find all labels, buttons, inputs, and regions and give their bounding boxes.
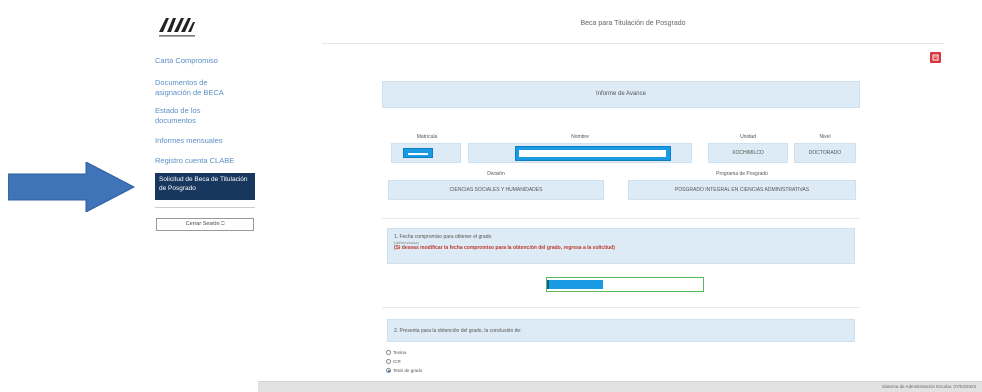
sidebar-item-carta-compromiso[interactable]: Carta Compromiso [155,56,218,66]
sidebar-item-estado-documentos[interactable]: Estado de los documentos [155,106,211,126]
section-divider-2 [382,307,860,308]
nombre-field [468,143,692,163]
radio-icr[interactable] [386,359,391,364]
option-icr[interactable]: ICR [386,359,401,364]
section-divider [382,218,860,219]
sidebar-item-documentos-beca[interactable]: Documentos de asignación de BECA [155,78,233,98]
nombre-label: Nombre [571,134,589,140]
division-label: División [487,171,505,177]
option-tesis[interactable]: Tesis de grado [386,368,422,373]
question1-warning: (Si deseas modificar la fecha compromiso… [394,245,615,251]
question1-panel: 1. Fecha compromiso para obtener el grad… [387,228,855,264]
question2-panel: 2. Presenta para la obtención del grado,… [387,319,855,342]
matricula-field [391,143,461,163]
option-tesina-label: Tesina [393,350,407,355]
sidebar-item-informes-mensuales[interactable]: Informes mensuales [155,136,223,146]
unidad-label: Unidad [740,134,756,140]
logout-button[interactable]: Cerrar Sesión ⎕ [156,218,254,231]
section-title: Informe de Avance [382,81,860,108]
sidebar-divider [155,207,255,208]
nombre-redacted [515,146,671,161]
uam-logo [159,18,195,37]
page-title: Beca para Titulación de Posgrado [580,20,686,27]
option-tesina[interactable]: Tesina [386,350,406,355]
sidebar-item-solicitud-beca[interactable]: Solicitud de Beca de Titulación de Posgr… [155,173,255,200]
header-divider [322,43,944,44]
fecha-compromiso-redacted [549,280,603,289]
question2-text: 2. Presenta para la obtención del grado,… [394,328,522,334]
arrow-annotation-icon [8,162,136,212]
pdf-button[interactable] [930,52,941,63]
programa-label: Programa de Posgrado [716,171,768,177]
logout-icon: ⎕ [221,221,225,227]
fecha-compromiso-input[interactable] [546,277,704,292]
footer-bar: Sistema de Administración Escolar, 07/03… [258,381,982,392]
radio-tesina[interactable] [386,350,391,355]
division-field: CIENCIAS SOCIALES Y HUMANIDADES [388,180,604,200]
logout-label: Cerrar Sesión [185,221,220,227]
option-icr-label: ICR [393,359,401,364]
programa-field: POSGRADO INTEGRAL EN CIENCIAS ADMINISTRA… [628,180,856,200]
sidebar-item-registro-clabe[interactable]: Registro cuenta CLABE [155,156,234,166]
pdf-icon [932,54,939,61]
option-tesis-label: Tesis de grado [393,368,423,373]
matricula-label: Matrícula [416,134,438,140]
unidad-field: XOCHIMILCO [708,143,788,163]
nivel-field: DOCTORADO [794,143,856,163]
footer-text: Sistema de Administración Escolar, 07/03… [881,384,976,389]
radio-tesis[interactable] [386,368,391,373]
matricula-redacted [403,148,433,158]
nivel-label: Nivel [819,134,831,140]
